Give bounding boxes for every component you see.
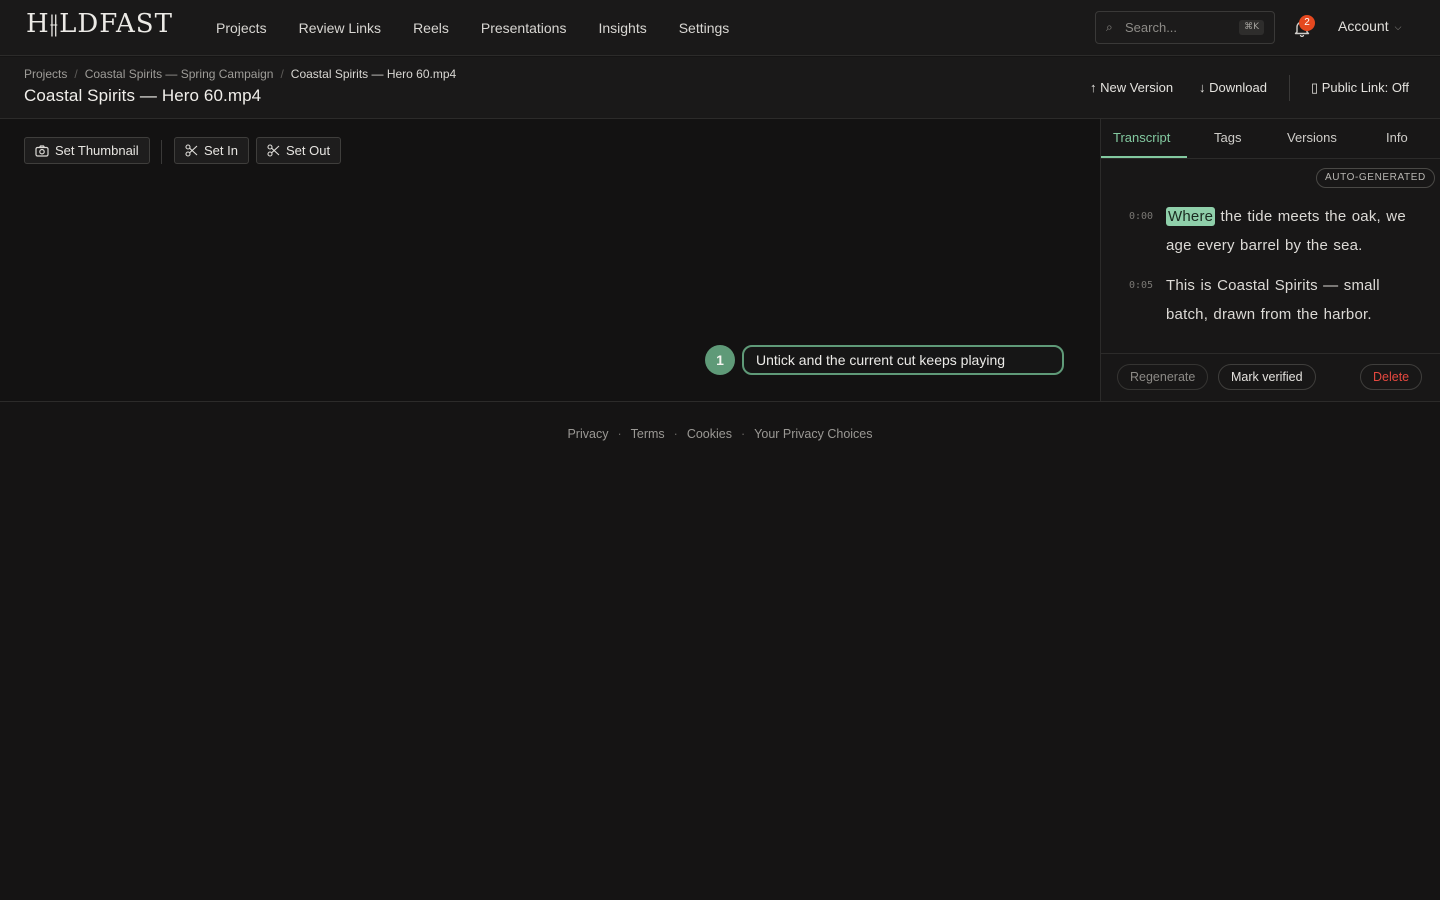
nav-review-links[interactable]: Review Links — [299, 20, 381, 36]
breadcrumb-current: Coastal Spirits — Hero 60.mp4 — [290, 67, 457, 81]
step-instruction[interactable]: Untick and the current cut keeps playing — [742, 345, 1064, 375]
search-placeholder: Search... — [1125, 20, 1178, 35]
scissors-icon — [267, 144, 280, 157]
search-input[interactable]: ⌕ Search... ⌘K — [1095, 11, 1275, 44]
breadcrumb-separator: / — [74, 67, 78, 81]
set-thumbnail-label: Set Thumbnail — [55, 143, 139, 158]
breadcrumb: Projects / Coastal Spirits — Spring Camp… — [24, 67, 456, 81]
search-icon: ⌕ — [1106, 20, 1113, 34]
notification-badge: 2 — [1299, 15, 1315, 31]
step-number-badge: 1 — [705, 345, 735, 375]
footer-separator: · — [741, 427, 746, 441]
camera-icon — [35, 144, 49, 157]
main-nav: Projects Review Links Reels Presentation… — [216, 0, 761, 56]
footer-privacy-choices[interactable]: Your Privacy Choices — [754, 427, 872, 441]
tab-transcript[interactable]: Transcript — [1113, 130, 1170, 145]
account-menu[interactable]: Account ⌵ — [1338, 18, 1401, 34]
current-word-highlight: Where — [1166, 207, 1216, 226]
set-out-button[interactable]: Set Out — [256, 137, 342, 164]
scissors-icon — [185, 144, 198, 157]
tab-versions[interactable]: Versions — [1287, 130, 1337, 145]
page-header: Projects / Coastal Spirits — Spring Camp… — [0, 57, 1440, 119]
panel-tabs: Transcript Tags Versions Info — [1101, 119, 1440, 159]
nav-presentations[interactable]: Presentations — [481, 20, 567, 36]
toolbar-divider — [161, 140, 162, 164]
player-area: Set Thumbnail Set In Set Out 1 Untick an… — [0, 119, 1100, 402]
transcript-text: This is Coastal Spirits — small batch, d… — [1166, 277, 1380, 323]
set-out-label: Set Out — [286, 143, 331, 158]
delete-button[interactable]: Delete — [1360, 364, 1423, 390]
divider — [1289, 75, 1290, 101]
transcript-text: Where the tide meets the oak, we age eve… — [1166, 202, 1421, 260]
nav-projects[interactable]: Projects — [216, 20, 267, 36]
top-nav: H⫲LDFAST Projects Review Links Reels Pre… — [0, 0, 1440, 56]
public-link-toggle[interactable]: ▯ Public Link: Off — [1311, 80, 1409, 96]
transcript-timestamp[interactable]: 0:00 — [1129, 211, 1153, 222]
set-in-button[interactable]: Set In — [174, 137, 249, 164]
new-version-button[interactable]: ↑ New Version — [1090, 80, 1173, 95]
regenerate-button[interactable]: Regenerate — [1117, 364, 1209, 390]
account-label: Account — [1338, 18, 1389, 34]
nav-reels[interactable]: Reels — [413, 20, 449, 36]
set-thumbnail-button[interactable]: Set Thumbnail — [24, 137, 150, 164]
side-panel: Transcript Tags Versions Info AUTO-GENER… — [1100, 119, 1440, 402]
transcript-timestamp[interactable]: 0:05 — [1129, 280, 1153, 291]
tab-info[interactable]: Info — [1386, 130, 1408, 145]
footer-privacy[interactable]: Privacy — [567, 427, 608, 441]
download-button[interactable]: ↓ Download — [1199, 80, 1267, 95]
footer-cookies[interactable]: Cookies — [687, 427, 732, 441]
active-tab-indicator — [1101, 156, 1187, 158]
breadcrumb-projects[interactable]: Projects — [24, 67, 67, 81]
mark-verified-button[interactable]: Mark verified — [1218, 364, 1316, 390]
footer-separator: · — [673, 427, 678, 441]
panel-divider — [1101, 353, 1440, 354]
search-shortcut: ⌘K — [1239, 20, 1264, 35]
tab-tags[interactable]: Tags — [1214, 130, 1241, 145]
set-in-label: Set In — [204, 143, 238, 158]
auto-generated-badge: AUTO-GENERATED — [1316, 168, 1435, 188]
breadcrumb-separator: / — [280, 67, 284, 81]
footer-separator: · — [617, 427, 622, 441]
footer: Privacy · Terms · Cookies · Your Privacy Choic… — [0, 427, 1440, 441]
breadcrumb-campaign[interactable]: Coastal Spirits — Spring Campaign — [85, 67, 274, 81]
nav-settings[interactable]: Settings — [679, 20, 730, 36]
logo[interactable]: H⫲LDFAST — [26, 9, 173, 39]
chevron-down-icon: ⌵ — [1394, 22, 1402, 32]
footer-terms[interactable]: Terms — [631, 427, 665, 441]
nav-insights[interactable]: Insights — [598, 20, 646, 36]
page-title: Coastal Spirits — Hero 60.mp4 — [24, 86, 262, 105]
